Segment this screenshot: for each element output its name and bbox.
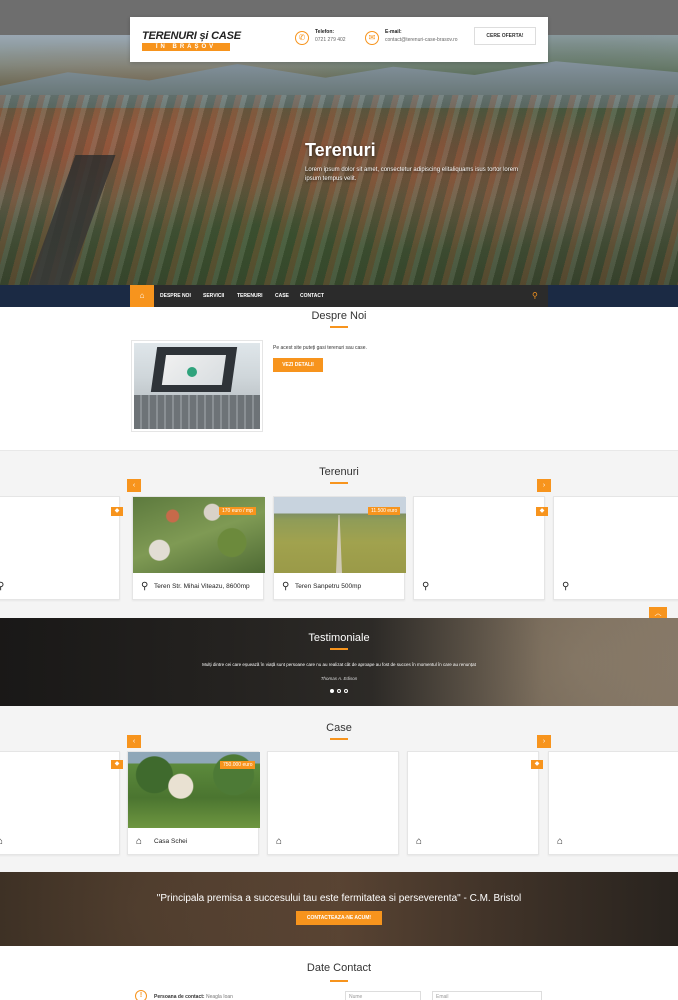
nav-item-terenuri[interactable]: TERENURI (237, 285, 263, 307)
tag-icon: ◆ (111, 507, 123, 516)
case-divider (330, 738, 348, 740)
tag-icon: ◆ (536, 507, 548, 516)
house-icon: ⌂ (0, 836, 4, 847)
hero-text: Lorem ipsum dolor sit amet, consectetur … (305, 167, 519, 182)
main-nav: ⌂ DESPRE NOI SERVICII TERENURI CASE CONT… (0, 285, 678, 307)
location-pin-icon: ⚲ (282, 581, 290, 592)
teren-card[interactable]: 170 euro / mp ⚲ Teren Str. Mihai Viteazu… (132, 496, 265, 600)
terenuri-next-button[interactable]: › (537, 479, 551, 492)
phone-value[interactable]: 0721 279 402 (315, 37, 346, 43)
quote-section (0, 872, 678, 946)
phone-icon: ✆ (295, 31, 309, 45)
price-badge: 750.000 euro (220, 761, 256, 769)
teren-card-empty[interactable]: ⚲ (553, 496, 678, 600)
nav-item-servicii[interactable]: SERVICII (203, 285, 224, 307)
hero-title: Terenuri (305, 140, 376, 160)
casa-card-empty[interactable]: ◆ ⌂ (0, 751, 123, 855)
header: TERENURI și CASE ÎN BRAȘOV ✆ Telefon: 07… (130, 17, 548, 62)
casa-title[interactable]: Casa Schei (154, 838, 187, 845)
testimonial-author: Thomas A. Edison (320, 676, 358, 681)
tag-icon: ◆ (531, 760, 543, 769)
house-icon: ⌂ (557, 836, 564, 847)
tag-icon: ◆ (111, 760, 123, 769)
teren-card[interactable]: 11.500 euro ⚲ Teren Sanpetru 500mp (273, 496, 406, 600)
email-icon: ✉ (365, 31, 379, 45)
search-icon[interactable]: ⚲ (532, 291, 538, 300)
despre-text: Pe acest site puteți gasi terenuri sau c… (273, 345, 367, 351)
casa-card-empty[interactable]: ⌂ (267, 751, 399, 855)
name-field[interactable]: Nume (345, 991, 421, 1000)
contact-title: Date Contact (306, 962, 372, 974)
nav-item-case[interactable]: CASE (275, 285, 289, 307)
person-icon: ! (135, 990, 147, 1000)
carousel-dot-active[interactable] (330, 689, 334, 693)
case-title: Case (326, 722, 352, 734)
despre-divider (330, 326, 348, 328)
email-value[interactable]: contact@terenuri-case-brasov.ro (385, 37, 458, 43)
house-icon: ⌂ (276, 836, 283, 847)
carousel-dot[interactable] (337, 689, 341, 693)
testimonial-text: Mulți dintre cei care eșuează în viață s… (202, 662, 476, 667)
nav-item-despre-noi[interactable]: DESPRE NOI (160, 285, 191, 307)
logo-line2: ÎN BRAȘOV (142, 43, 230, 51)
terenuri-divider (330, 482, 348, 484)
case-prev-button[interactable]: ‹ (127, 735, 141, 748)
contact-us-button[interactable]: CONTACTEAZA-NE ACUM! (296, 911, 382, 925)
teren-card-empty[interactable]: ◆ ⚲ (413, 496, 548, 600)
nav-item-contact[interactable]: CONTACT (300, 285, 324, 307)
despre-image (131, 340, 263, 432)
request-offer-button[interactable]: CERE OFERTA! (474, 27, 536, 45)
terenuri-title: Terenuri (319, 466, 359, 478)
despre-title: Despre Noi (311, 310, 367, 322)
price-badge: 170 euro / mp (219, 507, 256, 515)
teren-card-empty[interactable]: ◆ ⚲ (0, 496, 123, 600)
house-icon: ⌂ (416, 836, 423, 847)
testimoniale-divider (330, 648, 348, 650)
case-next-button[interactable]: › (537, 735, 551, 748)
casa-card-empty[interactable]: ⌂ (548, 751, 678, 855)
location-pin-icon: ⚲ (562, 581, 570, 592)
logo-line1: TERENURI și CASE (142, 30, 241, 42)
contact-person-value: Neagla Ioan (205, 994, 233, 1000)
location-pin-icon: ⚲ (422, 581, 430, 592)
casa-card-empty[interactable]: ◆ ⌂ (407, 751, 543, 855)
location-pin-icon: ⚲ (0, 581, 5, 592)
contact-person: Persoana de contact: Neagla Ioan (154, 994, 233, 1000)
testimoniale-title: Testimoniale (308, 632, 370, 644)
phone-label: Telefon: (315, 29, 335, 35)
terenuri-prev-button[interactable]: ‹ (127, 479, 141, 492)
laptop-image (134, 343, 260, 429)
teren-title[interactable]: Teren Sanpetru 500mp (295, 583, 361, 590)
price-badge: 11.500 euro (368, 507, 401, 515)
contact-divider (330, 980, 348, 982)
email-block: E-mail: contact@terenuri-case-brasov.ro (385, 29, 458, 43)
logo[interactable]: TERENURI și CASE ÎN BRAȘOV (142, 30, 241, 51)
location-pin-icon: ⚲ (141, 581, 149, 592)
despre-details-button[interactable]: VEZI DETALII (273, 358, 323, 372)
contact-person-label: Persoana de contact: (154, 994, 205, 1000)
email-label: E-mail: (385, 29, 402, 35)
house-icon: ⌂ (136, 836, 143, 847)
quote-text: "Principala premisa a succesului tau est… (156, 893, 522, 904)
nav-bar: ⌂ DESPRE NOI SERVICII TERENURI CASE CONT… (130, 285, 548, 307)
phone-block: Telefon: 0721 279 402 (315, 29, 346, 43)
casa-card[interactable]: 750.000 euro ⌂ Casa Schei (127, 751, 260, 855)
home-icon[interactable]: ⌂ (130, 285, 154, 307)
email-field[interactable]: Email (432, 991, 542, 1000)
teren-title[interactable]: Teren Str. Mihai Viteazu, 8600mp (154, 583, 250, 590)
carousel-dot[interactable] (344, 689, 348, 693)
